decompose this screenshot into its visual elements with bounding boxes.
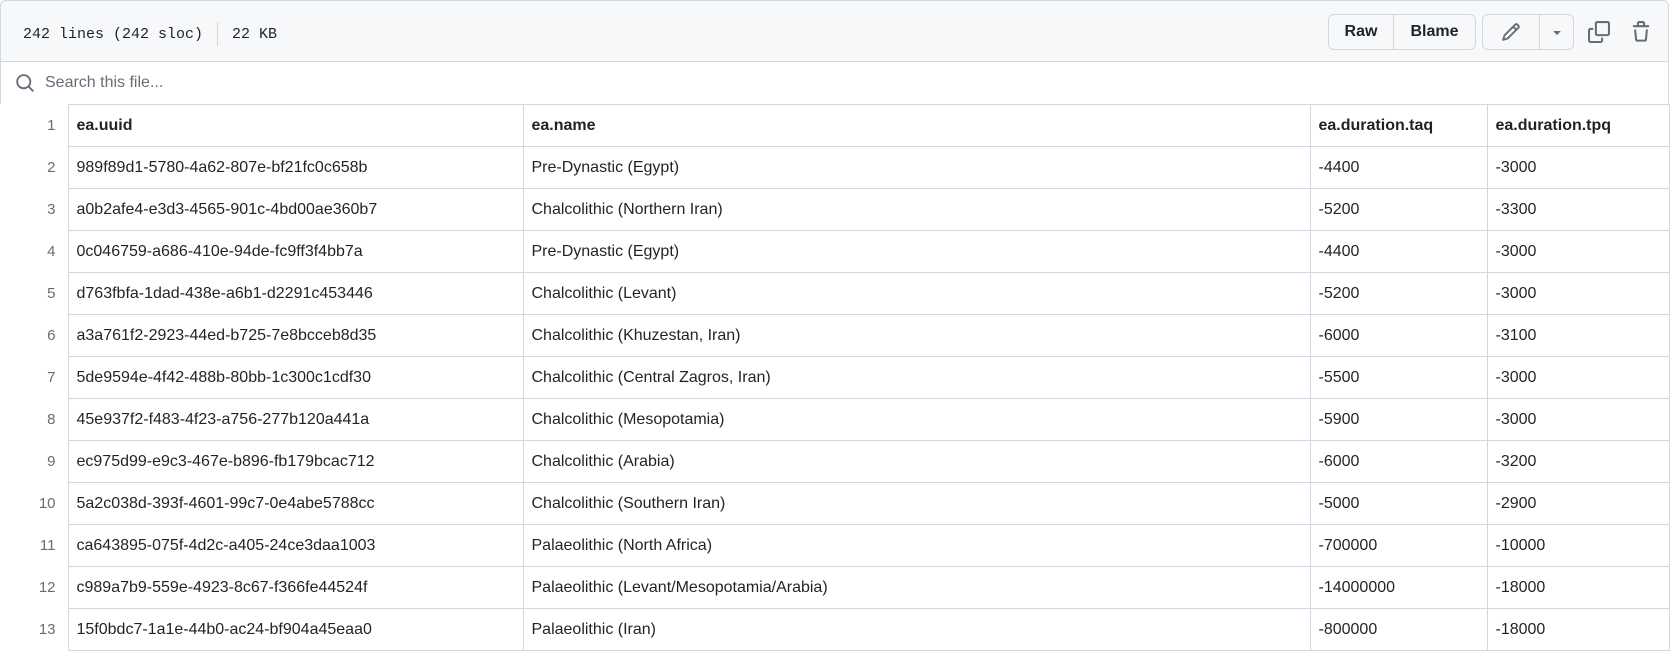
duration-tpq-cell: -18000 [1486, 608, 1670, 651]
table-row: 5 d763fbfa-1dad-438e-a6b1-d2291c453446 Cha… [0, 272, 1670, 315]
duration-taq-cell: -5500 [1309, 356, 1488, 399]
name-cell: Chalcolithic (Central Zagros, Iran) [522, 356, 1311, 399]
delete-button[interactable] [1625, 16, 1657, 48]
duration-taq-cell: -5200 [1309, 272, 1488, 315]
line-number[interactable]: 9 [0, 440, 69, 483]
name-cell: Chalcolithic (Mesopotamia) [522, 398, 1311, 441]
duration-taq-cell: -14000000 [1309, 566, 1488, 609]
line-number[interactable]: 4 [0, 230, 69, 273]
uuid-cell: c989a7b9-559e-4923-8c67-f366fe44524f [67, 566, 524, 609]
duration-taq-cell: -800000 [1309, 608, 1488, 651]
table-header-row: 1 ea.uuid ea.name ea.duration.taq ea.dur… [0, 104, 1670, 147]
duration-taq-cell: -5200 [1309, 188, 1488, 231]
duration-tpq-cell: -3000 [1486, 398, 1670, 441]
line-number[interactable]: 13 [0, 608, 69, 651]
name-cell: Chalcolithic (Khuzestan, Iran) [522, 314, 1311, 357]
file-header: 242 lines (242 sloc) 22 KB Raw Blame [0, 0, 1669, 62]
line-count: 242 lines (242 sloc) [23, 25, 204, 43]
edit-button[interactable] [1483, 15, 1539, 49]
line-number[interactable]: 7 [0, 356, 69, 399]
duration-tpq-cell: -3000 [1486, 272, 1670, 315]
duration-taq-cell: -5000 [1309, 482, 1488, 525]
duration-taq-cell: -5900 [1309, 398, 1488, 441]
copy-icon [1588, 21, 1610, 43]
line-number[interactable]: 3 [0, 188, 69, 231]
table-row: 10 5a2c038d-393f-4601-99c7-0e4abe5788cc Ch… [0, 482, 1670, 525]
duration-taq-cell: -4400 [1309, 230, 1488, 273]
duration-tpq-cell: -3000 [1486, 356, 1670, 399]
column-header: ea.duration.taq [1309, 104, 1488, 147]
table-row: 7 5de9594e-4f42-488b-80bb-1c300c1cdf30 Cha… [0, 356, 1670, 399]
line-number[interactable]: 8 [0, 398, 69, 441]
duration-tpq-cell: -3000 [1486, 146, 1670, 189]
file-search-bar [0, 62, 1669, 104]
divider [217, 22, 219, 46]
uuid-cell: ca643895-075f-4d2c-a405-24ce3daa1003 [67, 524, 524, 567]
file-info: 242 lines (242 sloc) 22 KB [23, 22, 277, 46]
trash-icon [1630, 21, 1652, 43]
name-cell: Chalcolithic (Arabia) [522, 440, 1311, 483]
duration-tpq-cell: -18000 [1486, 566, 1670, 609]
edit-dropdown-button[interactable] [1539, 15, 1573, 49]
column-header: ea.duration.tpq [1486, 104, 1670, 147]
file-size: 22 KB [232, 25, 278, 43]
copy-button[interactable] [1583, 16, 1615, 48]
table-row: 11 ca643895-075f-4d2c-a405-24ce3daa1003 Pa… [0, 524, 1670, 567]
line-number[interactable]: 1 [0, 104, 69, 147]
raw-blame-group: Raw Blame [1328, 14, 1476, 50]
uuid-cell: 989f89d1-5780-4a62-807e-bf21fc0c658b [67, 146, 524, 189]
table-row: 8 45e937f2-f483-4f23-a756-277b120a441a Cha… [0, 398, 1670, 441]
uuid-cell: 45e937f2-f483-4f23-a756-277b120a441a [67, 398, 524, 441]
duration-taq-cell: -6000 [1309, 440, 1488, 483]
name-cell: Palaeolithic (Iran) [522, 608, 1311, 651]
uuid-cell: 0c046759-a686-410e-94de-fc9ff3f4bb7a [67, 230, 524, 273]
table-row: 9 ec975d99-e9c3-467e-b896-fb179bcac712 Cha… [0, 440, 1670, 483]
uuid-cell: a0b2afe4-e3d3-4565-901c-4bd00ae360b7 [67, 188, 524, 231]
duration-taq-cell: -6000 [1309, 314, 1488, 357]
triangle-down-icon [1549, 24, 1565, 40]
name-cell: Pre-Dynastic (Egypt) [522, 230, 1311, 273]
search-input[interactable] [43, 73, 1627, 93]
line-number[interactable]: 5 [0, 272, 69, 315]
table-row: 4 0c046759-a686-410e-94de-fc9ff3f4bb7a Pre… [0, 230, 1670, 273]
line-number[interactable]: 2 [0, 146, 69, 189]
name-cell: Pre-Dynastic (Egypt) [522, 146, 1311, 189]
table-row: 12 c989a7b9-559e-4923-8c67-f366fe44524f Pa… [0, 566, 1670, 609]
name-cell: Palaeolithic (North Africa) [522, 524, 1311, 567]
name-cell: Chalcolithic (Southern Iran) [522, 482, 1311, 525]
uuid-cell: 15f0bdc7-1a1e-44b0-ac24-bf904a45eaa0 [67, 608, 524, 651]
duration-tpq-cell: -3000 [1486, 230, 1670, 273]
duration-tpq-cell: -10000 [1486, 524, 1670, 567]
column-header: ea.name [522, 104, 1311, 147]
uuid-cell: a3a761f2-2923-44ed-b725-7e8bcceb8d35 [67, 314, 524, 357]
name-cell: Palaeolithic (Levant/Mesopotamia/Arabia) [522, 566, 1311, 609]
duration-taq-cell: -700000 [1309, 524, 1488, 567]
uuid-cell: d763fbfa-1dad-438e-a6b1-d2291c453446 [67, 272, 524, 315]
uuid-cell: 5de9594e-4f42-488b-80bb-1c300c1cdf30 [67, 356, 524, 399]
uuid-cell: ec975d99-e9c3-467e-b896-fb179bcac712 [67, 440, 524, 483]
line-number[interactable]: 6 [0, 314, 69, 357]
table-row: 6 a3a761f2-2923-44ed-b725-7e8bcceb8d35 Cha… [0, 314, 1670, 357]
line-number[interactable]: 11 [0, 524, 69, 567]
search-icon [15, 73, 35, 93]
line-number[interactable]: 10 [0, 482, 69, 525]
table-row: 2 989f89d1-5780-4a62-807e-bf21fc0c658b Pre… [0, 146, 1670, 189]
duration-tpq-cell: -3300 [1486, 188, 1670, 231]
line-number[interactable]: 12 [0, 566, 69, 609]
duration-taq-cell: -4400 [1309, 146, 1488, 189]
duration-tpq-cell: -2900 [1486, 482, 1670, 525]
blame-button[interactable]: Blame [1393, 15, 1475, 49]
table-row: 13 15f0bdc7-1a1e-44b0-ac24-bf904a45eaa0 Pa… [0, 608, 1670, 651]
name-cell: Chalcolithic (Northern Iran) [522, 188, 1311, 231]
csv-table: 1 ea.uuid ea.name ea.duration.taq ea.dur… [0, 104, 1670, 651]
uuid-cell: 5a2c038d-393f-4601-99c7-0e4abe5788cc [67, 482, 524, 525]
column-header: ea.uuid [67, 104, 524, 147]
duration-tpq-cell: -3200 [1486, 440, 1670, 483]
table-row: 3 a0b2afe4-e3d3-4565-901c-4bd00ae360b7 Cha… [0, 188, 1670, 231]
pencil-icon [1501, 22, 1521, 42]
name-cell: Chalcolithic (Levant) [522, 272, 1311, 315]
duration-tpq-cell: -3100 [1486, 314, 1670, 357]
raw-button[interactable]: Raw [1329, 15, 1393, 49]
edit-group [1482, 14, 1574, 50]
